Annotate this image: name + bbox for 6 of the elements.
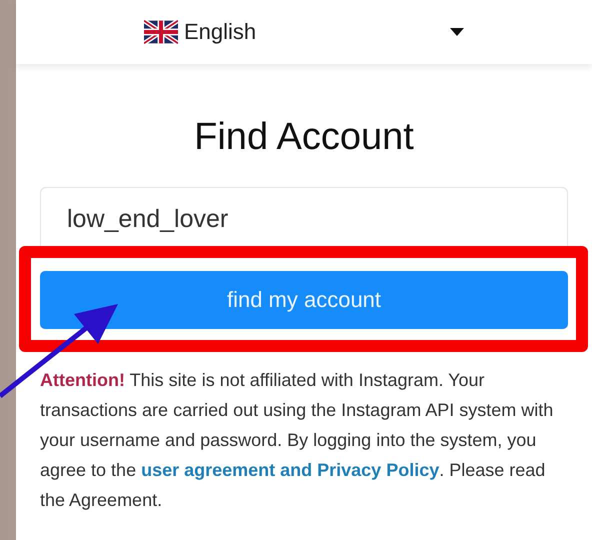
language-select[interactable]: English [144, 19, 464, 45]
policy-link[interactable]: user agreement and Privacy Policy [141, 460, 440, 480]
notice-text: Attention! This site is not affiliated with Instagram. Your transactions are carried out using the Instagram API system with your username and password. By logging into the system, you agree to the user agreement and Privacy Policy. Please read the Agreement. [40, 369, 554, 512]
flag-icon [144, 20, 178, 44]
page-title: Find Account [193, 116, 415, 159]
caret-icon [450, 28, 464, 36]
